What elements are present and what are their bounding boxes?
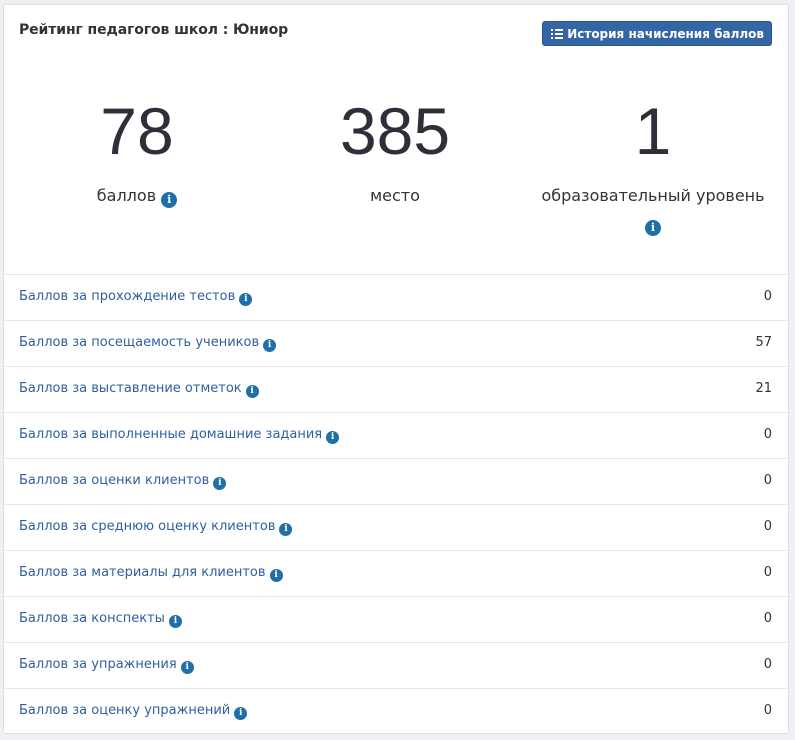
history-button-label: История начисления баллов [567,26,764,41]
list-item: Баллов за упражнения i 0 [4,642,788,688]
list-item: Баллов за прохождение тестов i 0 [4,274,788,320]
info-icon[interactable]: i [326,431,340,444]
stat-level-label: образовательный уровень [541,186,765,205]
stat-level-value: 1 [634,94,672,168]
row-value: 0 [763,473,772,488]
row-label: Баллов за конспекты [19,611,165,626]
info-icon[interactable]: i [645,220,661,236]
list-item: Баллов за выполненные домашние задания i … [4,412,788,458]
info-icon[interactable]: i [239,293,253,306]
stat-points: 78 баллов i [6,89,268,208]
row-value: 0 [763,565,772,580]
list-item: Баллов за выставление отметок i 21 [4,366,788,412]
card-title: Рейтинг педагогов школ : Юниор [19,22,289,38]
row-label: Баллов за выставление отметок [19,381,242,396]
row-value: 0 [763,519,772,534]
card-header: Рейтинг педагогов школ : Юниор История н… [4,5,788,55]
row-label: Баллов за оценки клиентов [19,473,210,488]
row-label: Баллов за посещаемость учеников [19,335,260,350]
stat-place-label: место [370,186,420,205]
list-item: Баллов за материалы для клиентов i 0 [4,550,788,596]
info-icon[interactable]: i [161,192,178,208]
list-item: Баллов за оценку упражнений i 0 [4,688,788,734]
rating-card: Рейтинг педагогов школ : Юниор История н… [3,4,789,734]
row-value: 57 [755,335,772,350]
row-value: 0 [763,427,772,442]
info-icon[interactable]: i [269,569,283,582]
points-breakdown-list: Баллов за прохождение тестов i 0 Баллов з… [4,274,788,734]
row-value: 0 [763,289,772,304]
info-icon[interactable]: i [234,707,248,720]
list-icon [551,28,564,39]
row-value: 0 [763,703,772,718]
list-item: Баллов за посещаемость учеников i 57 [4,320,788,366]
info-icon[interactable]: i [213,477,227,490]
row-label: Баллов за оценку упражнений [19,703,231,718]
info-icon[interactable]: i [263,339,277,352]
history-button[interactable]: История начисления баллов [542,21,772,46]
row-label: Баллов за выполненные домашние задания [19,427,323,442]
stat-points-label: баллов [96,186,157,205]
row-label: Баллов за прохождение тестов [19,289,236,304]
row-label: Баллов за среднюю оценку клиентов [19,519,276,534]
row-value: 0 [763,611,772,626]
stat-place-value: 385 [339,94,451,168]
stat-place: 385 место [264,89,526,207]
stats-panel: 78 баллов i 385 место 1 образовательный … [4,89,788,275]
list-item: Баллов за конспекты i 0 [4,596,788,642]
list-item: Баллов за среднюю оценку клиентов i 0 [4,504,788,550]
row-label: Баллов за упражнения [19,657,177,672]
stat-level: 1 образовательный уровень i [522,89,784,236]
row-value: 0 [763,657,772,672]
list-item: Баллов за оценки клиентов i 0 [4,458,788,504]
info-icon[interactable]: i [180,661,194,674]
row-value: 21 [755,381,772,396]
info-icon[interactable]: i [245,385,259,398]
info-icon[interactable]: i [168,615,182,628]
stat-points-value: 78 [100,94,174,168]
row-label: Баллов за материалы для клиентов [19,565,266,580]
info-icon[interactable]: i [279,523,293,536]
